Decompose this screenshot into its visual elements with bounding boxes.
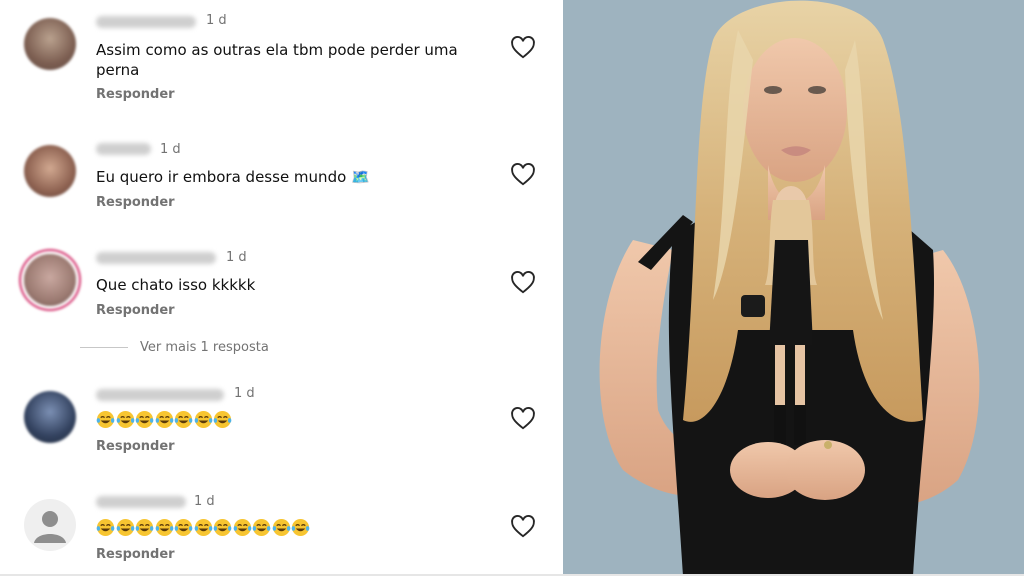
heart-icon[interactable]	[510, 406, 536, 432]
username-blurred[interactable]	[96, 252, 216, 264]
laughing-tears-emoji-icon	[116, 518, 134, 537]
username-blurred[interactable]	[96, 496, 186, 508]
reply-button[interactable]: Responder	[96, 547, 175, 562]
username-blurred[interactable]	[96, 389, 224, 401]
avatar[interactable]	[24, 254, 76, 306]
avatar[interactable]	[24, 145, 76, 197]
reply-button[interactable]: Responder	[96, 439, 175, 454]
laughing-tears-emoji-icon	[135, 410, 154, 429]
emoji-row: 😂😂😂😂😂😂😂	[96, 410, 233, 429]
avatar[interactable]	[24, 18, 76, 70]
heart-icon[interactable]	[510, 35, 536, 61]
username-blurred[interactable]	[96, 16, 196, 28]
comment-text: Eu quero ir embora desse mundo 🗺️	[96, 168, 370, 186]
laughing-tears-emoji-icon	[135, 518, 154, 537]
laughing-tears-emoji-icon	[96, 410, 115, 429]
comment-time: 1 d	[234, 386, 255, 401]
laughing-tears-emoji-icon	[272, 518, 290, 537]
comment-text: Assim como as outras ela tbm pode perder…	[96, 41, 458, 79]
heart-icon[interactable]	[510, 270, 536, 296]
view-more-replies-button[interactable]: Ver mais 1 resposta	[80, 340, 269, 355]
comment-time: 1 d	[206, 13, 227, 28]
reply-button[interactable]: Responder	[96, 87, 175, 102]
woman-holding-doll-photo	[563, 0, 1024, 576]
reply-button[interactable]: Responder	[96, 303, 175, 318]
emoji-row: 😂😂😂😂😂😂😂😂😂😂😂	[96, 518, 311, 537]
laughing-tears-emoji-icon	[194, 410, 212, 429]
laughing-tears-emoji-icon	[213, 410, 232, 429]
laughing-tears-emoji-icon	[291, 518, 310, 537]
laughing-tears-emoji-icon	[252, 518, 271, 537]
comment-time: 1 d	[194, 494, 215, 509]
comment-time: 1 d	[226, 250, 247, 265]
laughing-tears-emoji-icon	[155, 518, 173, 537]
view-more-label: Ver mais 1 resposta	[140, 340, 269, 355]
laughing-tears-emoji-icon	[194, 518, 212, 537]
heart-icon[interactable]	[510, 514, 536, 540]
replies-divider	[80, 347, 128, 348]
laughing-tears-emoji-icon	[116, 410, 134, 429]
laughing-tears-emoji-icon	[213, 518, 232, 537]
default-user-avatar-icon[interactable]	[24, 499, 76, 551]
laughing-tears-emoji-icon	[174, 518, 193, 537]
laughing-tears-emoji-icon	[155, 410, 173, 429]
laughing-tears-emoji-icon	[96, 518, 115, 537]
heart-icon[interactable]	[510, 162, 536, 188]
comment-text: Que chato isso kkkkk	[96, 276, 256, 294]
reply-button[interactable]: Responder	[96, 195, 175, 210]
avatar[interactable]	[24, 391, 76, 443]
laughing-tears-emoji-icon	[233, 518, 251, 537]
comment-time: 1 d	[160, 142, 181, 157]
laughing-tears-emoji-icon	[174, 410, 193, 429]
comments-panel: 1 d Assim como as outras ela tbm pode pe…	[0, 0, 563, 576]
username-blurred[interactable]	[96, 143, 151, 155]
